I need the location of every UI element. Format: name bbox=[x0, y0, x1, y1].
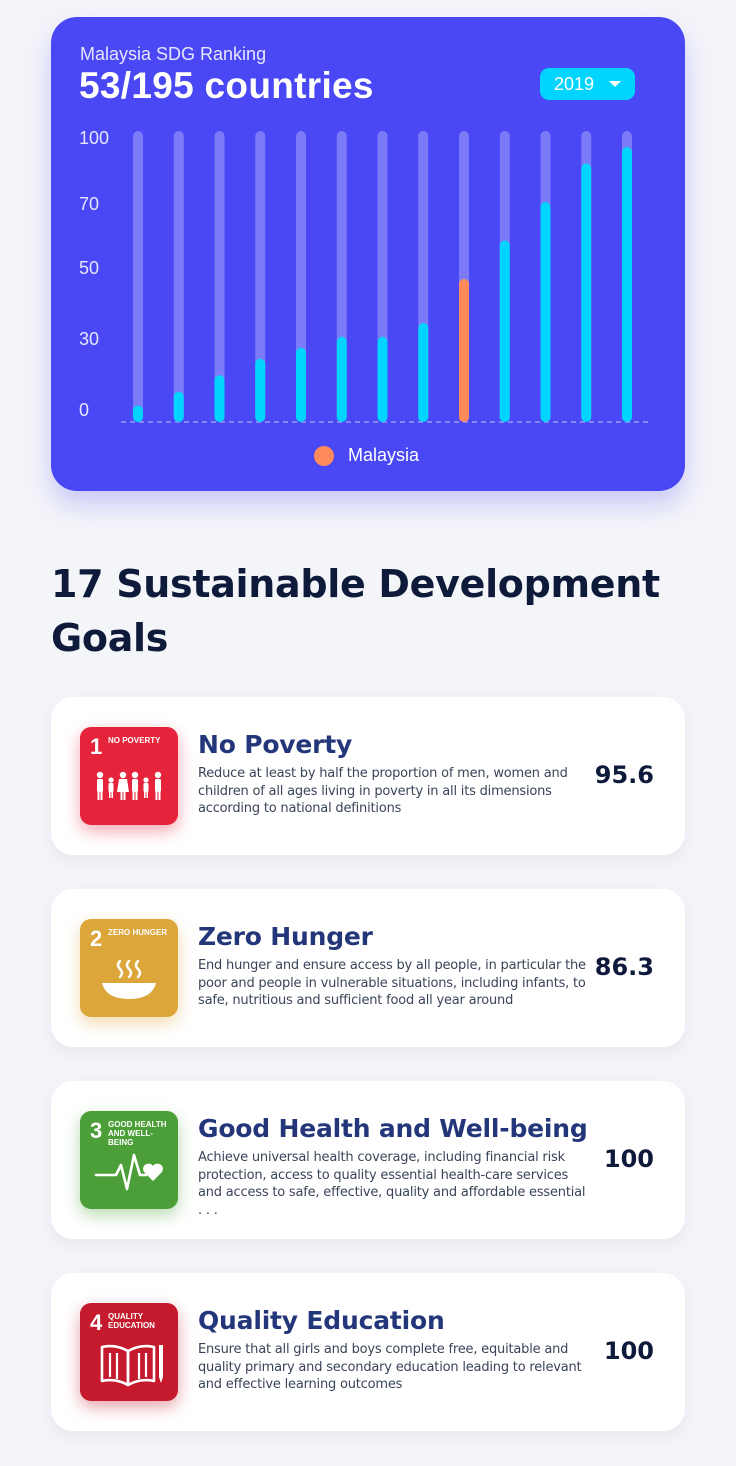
goal-description: Achieve universal health coverage, inclu… bbox=[198, 1150, 586, 1218]
goal-score: 95.6 bbox=[594, 761, 654, 789]
bar bbox=[133, 405, 143, 422]
y-tick-label: 0 bbox=[79, 400, 89, 420]
goal-description: Ensure that all girls and boys complete … bbox=[198, 1342, 582, 1392]
book-icon bbox=[100, 1344, 163, 1387]
bar bbox=[540, 202, 551, 422]
bar bbox=[418, 323, 429, 422]
bar bbox=[377, 336, 388, 422]
ranking-card: Malaysia SDG Ranking 53/195 countries 20… bbox=[51, 17, 685, 491]
goal-icon-tile: 1 NO POVERTY bbox=[80, 727, 178, 825]
bar bbox=[581, 163, 592, 422]
family-icon bbox=[96, 771, 162, 800]
bar bbox=[336, 336, 347, 422]
ranking-chart: 100 70 50 30 0 bbox=[79, 128, 651, 423]
bar bbox=[173, 391, 184, 422]
bar bbox=[296, 347, 306, 422]
goal-score: 86.3 bbox=[594, 953, 654, 981]
bowl-icon bbox=[102, 959, 156, 999]
goal-title: Zero Hunger bbox=[198, 922, 373, 951]
y-tick-label: 70 bbox=[79, 194, 99, 214]
goal-description: Reduce at least by half the proportion o… bbox=[198, 766, 568, 816]
goal-card-good-health[interactable]: 3 GOOD HEALTH AND WELL-BEING Good Health… bbox=[51, 1081, 685, 1239]
goal-score: 100 bbox=[603, 1337, 654, 1365]
goal-icon-tile: 2 ZERO HUNGER bbox=[80, 919, 178, 1017]
bar bbox=[214, 375, 225, 422]
goal-card-no-poverty[interactable]: 1 NO POVERTY No Poverty Reduce at least … bbox=[51, 697, 685, 855]
goal-icon-tile: 4 QUALITY EDUCATION bbox=[80, 1303, 178, 1401]
bar-track bbox=[173, 131, 184, 422]
goal-title: Good Health and Well-being bbox=[198, 1114, 588, 1143]
y-tick-label: 50 bbox=[79, 258, 99, 278]
bar-track bbox=[133, 131, 143, 422]
y-tick-label: 100 bbox=[79, 128, 109, 148]
goal-card-zero-hunger[interactable]: 2 ZERO HUNGER Zero Hunger End hunger and… bbox=[51, 889, 685, 1047]
legend-label-malaysia: Malaysia bbox=[348, 445, 420, 465]
goal-title: No Poverty bbox=[198, 730, 353, 759]
goal-description: End hunger and ensure access by all peop… bbox=[198, 958, 586, 1008]
y-tick-label: 30 bbox=[79, 329, 99, 349]
goal-icon-tile: 3 GOOD HEALTH AND WELL-BEING bbox=[80, 1111, 178, 1209]
goal-score: 100 bbox=[603, 1145, 654, 1173]
heartbeat-icon bbox=[94, 1153, 163, 1191]
legend-dot-malaysia bbox=[314, 446, 334, 466]
goal-title: Quality Education bbox=[198, 1306, 445, 1335]
section-title: 17 Sustainable Development Goals bbox=[51, 562, 660, 660]
bar bbox=[255, 358, 266, 422]
bar bbox=[622, 147, 632, 422]
goal-card-quality-education[interactable]: 4 QUALITY EDUCATION Quality Education En… bbox=[51, 1273, 685, 1431]
bar bbox=[499, 240, 510, 422]
bar-malaysia bbox=[459, 279, 469, 422]
